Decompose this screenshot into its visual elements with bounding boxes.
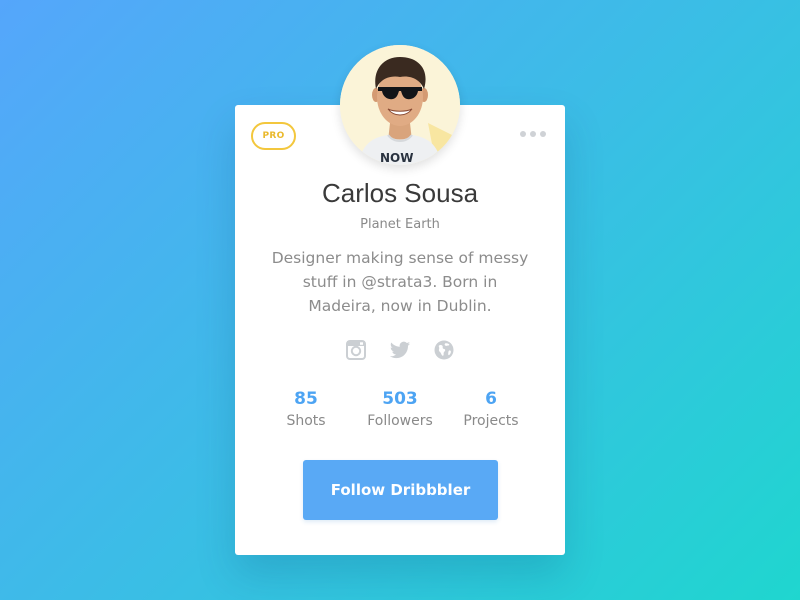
instagram-icon[interactable] [345,339,367,361]
stat-label: Projects [463,413,519,429]
pro-badge: PRO [251,122,296,150]
avatar: NOW [340,45,460,165]
social-links [235,339,565,363]
avatar-photo: NOW [340,45,460,165]
bio-line: Designer making sense of messy [271,249,529,267]
stat-value: 85 [294,389,318,409]
profile-name: Carlos Sousa [321,178,479,208]
stat-label: Followers [367,413,433,429]
profile-location: Planet Earth [360,217,440,232]
stat-label: Shots [286,413,326,429]
follow-button[interactable]: Follow Dribbbler [303,460,498,520]
more-options-icon[interactable] [520,127,546,141]
twitter-icon[interactable] [389,339,411,361]
profile-bio: Designer making sense of messy stuff in … [265,246,535,318]
stat-value: 503 [382,389,418,409]
more-dot [530,131,536,137]
stat-value: 6 [485,389,497,409]
stat-projects[interactable]: 6 Projects [441,388,541,432]
stat-followers[interactable]: 503 Followers [350,388,450,432]
shirt-text: NOW [380,151,413,165]
more-dot [520,131,526,137]
globe-icon[interactable] [433,339,455,361]
profile-card: PRO Carlos Sousa Planet Earth Designer m… [235,105,565,555]
more-dot [540,131,546,137]
bio-line: Madeira, now in Dublin. [308,297,492,315]
stat-shots[interactable]: 85 Shots [256,388,356,432]
bio-line: stuff in @strata3. Born in [302,273,498,291]
